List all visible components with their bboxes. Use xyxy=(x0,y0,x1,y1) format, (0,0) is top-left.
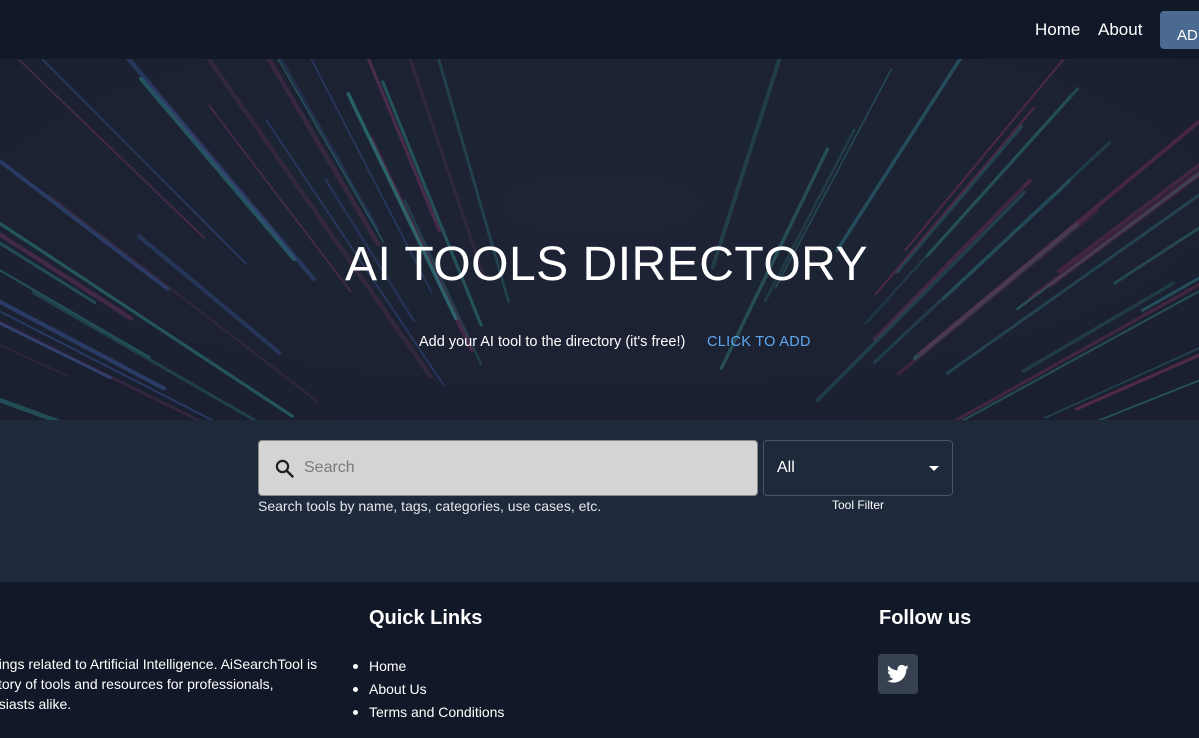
search-input[interactable] xyxy=(304,451,744,485)
search-box[interactable] xyxy=(258,440,758,496)
bullet-icon xyxy=(353,710,358,715)
footer: hings related to Artificial Intelligence… xyxy=(0,582,1199,738)
footer-about-line: ctory of tools and resources for profess… xyxy=(0,676,274,692)
quick-link-item: Home xyxy=(352,657,504,680)
nav-home-link[interactable]: Home xyxy=(1035,20,1080,40)
search-icon xyxy=(275,459,294,483)
bullet-icon xyxy=(353,687,358,692)
search-section: Search tools by name, tags, categories, … xyxy=(0,420,1199,582)
quick-link-about-us[interactable]: About Us xyxy=(369,681,427,697)
tool-filter-label: Tool Filter xyxy=(831,498,884,512)
quick-link-home[interactable]: Home xyxy=(369,658,406,674)
hero-banner: AI TOOLS DIRECTORY Add your AI tool to t… xyxy=(0,59,1199,420)
hero-subtitle: Add your AI tool to the directory (it's … xyxy=(419,334,686,350)
quick-link-item: About Us xyxy=(352,680,504,703)
quick-links-title: Quick Links xyxy=(369,607,483,629)
quick-links-list: Home About Us Terms and Conditions xyxy=(352,657,504,726)
footer-about-line: usiasts alike. xyxy=(0,696,72,712)
top-navbar: Home About ADD xyxy=(0,0,1199,59)
twitter-icon xyxy=(887,664,909,683)
follow-us-title: Follow us xyxy=(879,607,972,629)
click-to-add-link[interactable]: CLICK TO ADD xyxy=(707,334,811,350)
hero-title: AI TOOLS DIRECTORY xyxy=(345,238,868,291)
tool-filter-value: All xyxy=(777,459,795,476)
search-help-text: Search tools by name, tags, categories, … xyxy=(258,498,602,514)
chevron-down-icon xyxy=(929,466,939,471)
quick-link-terms[interactable]: Terms and Conditions xyxy=(369,704,504,720)
nav-about-link[interactable]: About xyxy=(1098,20,1142,40)
footer-about-line: hings related to Artificial Intelligence… xyxy=(0,656,318,672)
quick-link-item: Terms and Conditions xyxy=(352,703,504,726)
nav-add-button[interactable]: ADD xyxy=(1160,11,1199,49)
tool-filter-select[interactable]: All xyxy=(763,440,953,496)
footer-about-text: hings related to Artificial Intelligence… xyxy=(0,654,336,714)
twitter-button[interactable] xyxy=(878,654,918,694)
bullet-icon xyxy=(353,664,358,669)
